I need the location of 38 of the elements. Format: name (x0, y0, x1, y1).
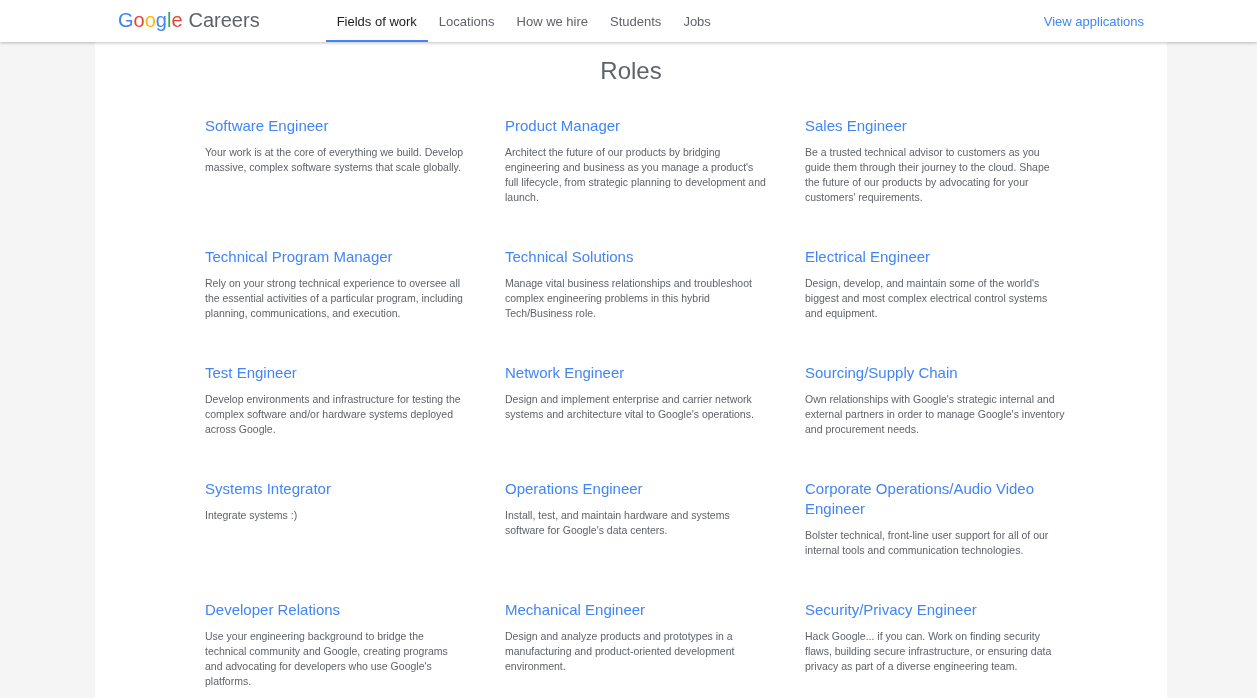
role-title-link[interactable]: Systems Integrator (205, 479, 480, 499)
role-title-link[interactable]: Sourcing/Supply Chain (805, 363, 1080, 383)
role-title-link[interactable]: Sales Engineer (805, 116, 1080, 136)
role-description: Install, test, and maintain hardware and systems software for Google's data centers. (505, 508, 731, 538)
role-title-link[interactable]: Operations Engineer (505, 479, 780, 499)
role-title-link[interactable]: Test Engineer (205, 363, 480, 383)
logo-wordmark[interactable]: Google (118, 8, 183, 32)
role-title-link[interactable]: Technical Solutions (505, 247, 780, 267)
role-title-link[interactable]: Security/Privacy Engineer (805, 600, 1080, 620)
role-description: Design, develop, and maintain some of the world's biggest and most complex electrical control systems and equipment. (805, 276, 1049, 321)
nav-tab[interactable]: Locations (427, 0, 506, 42)
role-description: Design and analyze products and prototypes in a manufacturing and product-oriented development environment. (505, 629, 736, 674)
role-title-link[interactable]: Software Engineer (205, 116, 480, 136)
role-title-link[interactable]: Developer Relations (205, 600, 480, 620)
role-title-link[interactable]: Network Engineer (505, 363, 780, 383)
role-description: Manage vital business relationships and troubleshoot complex engineering problems in this hybrid Tech/Business role. (505, 276, 753, 321)
role-title-link[interactable]: Product Manager (505, 116, 780, 136)
role-description: Bolster technical, front-line user support for all of our internal tools and communication technologies. (805, 528, 1050, 558)
nav-tab[interactable]: Jobs (672, 0, 722, 42)
role-description: Design and implement enterprise and carrier network systems and architecture vital to Google's operations. (505, 392, 755, 422)
role-description: Use your engineering background to bridge the technical community and Google, creating programs and advocating for developers who use Google's platforms. (205, 629, 449, 689)
role-description: Architect the future of our products by bridging engineering and business as you manage a product's full lifecycle, from strategic planning to development and launch. (505, 145, 767, 205)
role-title-link[interactable]: Technical Program Manager (205, 247, 480, 267)
page-title: Roles (599, 56, 663, 86)
role-description: Your work is at the core of everything we build. Develop massive, complex software systems that scale globally. (205, 145, 465, 175)
role-description: Integrate systems :) (205, 508, 299, 523)
nav-tab[interactable]: Students (599, 0, 673, 42)
nav-tab[interactable]: How we hire (505, 0, 600, 42)
role-title-link[interactable]: Electrical Engineer (805, 247, 1080, 267)
role-description: Be a trusted technical advisor to customers as you guide them through their journey to the cloud. Shape the future of our products by advocating for your customers' requirements. (805, 145, 1051, 205)
role-title-link[interactable]: Corporate Operations/Audio Video Engineer (805, 479, 1080, 519)
role-title-link[interactable]: Mechanical Engineer (505, 600, 780, 620)
view-applications-link[interactable]: View applications (1043, 13, 1144, 29)
role-description: Hack Google... if you can. Work on finding security flaws, building secure infrastructure, or ensuring data privacy as part of a diverse engineering team. (805, 629, 1053, 674)
role-description: Own relationships with Google's strategic internal and external partners in order to manage Google's inventory and procurement needs. (805, 392, 1066, 437)
role-description: Rely on your strong technical experience to oversee all the essential activities of a particular program, including planning, communications, and execution. (205, 276, 464, 321)
role-description: Develop environments and infrastructure for testing the complex software and/or hardware systems deployed across Google. (205, 392, 462, 437)
logo-product-name: Careers (188, 8, 260, 32)
